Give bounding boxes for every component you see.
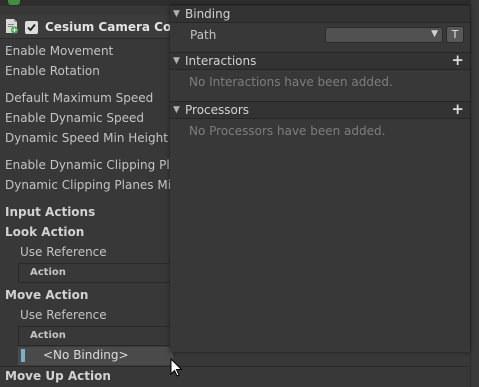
checkmark-icon: [27, 23, 36, 32]
component-title: Cesium Camera Cont: [45, 20, 186, 34]
binding-section-header[interactable]: ▼ Binding: [170, 5, 470, 23]
interactions-section-title: Interactions: [185, 54, 257, 68]
binding-properties-panel: ▼ Binding Path ▼ T ▼ Interactions + No I…: [170, 5, 470, 352]
processors-section-header[interactable]: ▼ Processors +: [170, 100, 470, 119]
input-actions-header: Input Actions: [5, 205, 96, 219]
chevron-down-icon: ▼: [431, 29, 438, 39]
look-action-header: Action: [30, 267, 66, 278]
move-use-reference-label: Use Reference: [20, 308, 107, 322]
processors-section-title: Processors: [185, 103, 250, 117]
no-binding-label: <No Binding>: [43, 348, 129, 362]
foldout-triangle-icon: ▼: [173, 9, 180, 19]
move-action-label[interactable]: Move Action: [5, 288, 88, 302]
add-processor-icon[interactable]: +: [451, 100, 464, 118]
component-enabled-checkbox[interactable]: [25, 21, 38, 34]
path-label: Path: [190, 28, 217, 42]
path-dropdown[interactable]: ▼: [325, 27, 443, 43]
look-action-label[interactable]: Look Action: [5, 225, 84, 239]
interactions-empty-message: No Interactions have been added.: [189, 75, 393, 89]
binding-marker: [21, 349, 25, 362]
enable-dynamic-speed-label: Enable Dynamic Speed: [5, 111, 145, 125]
move-action-header: Action: [30, 330, 66, 341]
dynamic-speed-min-height-label: Dynamic Speed Min Height: [5, 131, 168, 145]
look-use-reference-label: Use Reference: [20, 245, 107, 259]
binding-section-title: Binding: [185, 7, 231, 21]
inspector-right-edge: [470, 0, 479, 387]
no-binding-row[interactable]: <No Binding>: [18, 347, 173, 365]
default-maximum-speed-label: Default Maximum Speed: [5, 91, 154, 105]
enable-movement-label: Enable Movement: [5, 44, 114, 58]
foldout-triangle-icon: ▼: [173, 56, 180, 66]
divider: [0, 366, 479, 367]
add-interaction-icon[interactable]: +: [451, 51, 464, 69]
move-up-action-label[interactable]: Move Up Action: [5, 369, 111, 383]
interactions-section-header[interactable]: ▼ Interactions +: [170, 51, 470, 70]
dynamic-clipping-min-label: Dynamic Clipping Planes Min: [5, 178, 179, 192]
look-action-box[interactable]: Action: [18, 263, 173, 283]
object-icon: [8, 0, 20, 5]
processors-empty-message: No Processors have been added.: [189, 124, 386, 138]
script-component-icon: [5, 19, 19, 34]
move-action-box[interactable]: Action: [18, 326, 173, 346]
enable-rotation-label: Enable Rotation: [5, 64, 100, 78]
foldout-triangle-icon: ▼: [173, 105, 180, 115]
mouse-cursor-icon: [170, 357, 184, 378]
text-mode-button[interactable]: T: [446, 26, 464, 43]
enable-dynamic-clipping-label: Enable Dynamic Clipping Plar: [5, 158, 182, 172]
